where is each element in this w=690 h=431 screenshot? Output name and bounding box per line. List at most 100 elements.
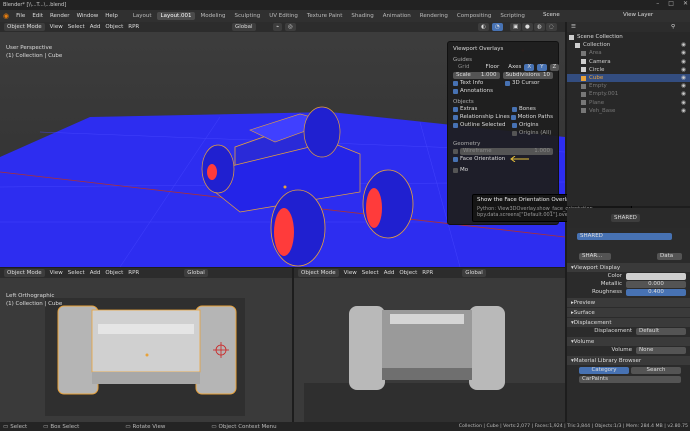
left-mode-selector[interactable]: Object Mode — [4, 269, 45, 277]
visibility-eye-icon[interactable]: ◉ — [681, 91, 686, 97]
material-shared-field[interactable]: SHAR... — [579, 252, 611, 260]
motion-paths-checkbox[interactable] — [510, 114, 516, 120]
wireframe-checkbox[interactable] — [453, 148, 458, 154]
view-layer-selector[interactable]: View Layer — [623, 12, 653, 18]
outliner-item[interactable]: Cube ◉ — [567, 73, 690, 83]
visibility-eye-icon[interactable]: ◉ — [681, 100, 686, 106]
menu-object[interactable]: Object — [105, 24, 123, 30]
scene-collection-row[interactable]: Scene Collection — [567, 33, 690, 41]
right-transform-orientation[interactable]: Global — [462, 269, 486, 277]
material-link-data[interactable]: Data — [657, 252, 682, 260]
menu-select[interactable]: Select — [68, 24, 85, 30]
tab-animation[interactable]: Animation — [379, 12, 415, 20]
snap-icon[interactable]: ⌁ — [273, 23, 283, 31]
annotations-checkbox[interactable] — [453, 88, 458, 94]
tab-uv-editing[interactable]: UV Editing — [265, 12, 302, 20]
axis-z-toggle[interactable]: Z — [549, 63, 560, 71]
menu-render[interactable]: Render — [50, 13, 70, 19]
left-transform-orientation[interactable]: Global — [184, 269, 208, 277]
minimize-icon[interactable]: – — [656, 0, 659, 7]
preview-panel[interactable]: ▸ Preview — [567, 298, 690, 307]
right-menu-object[interactable]: Object — [399, 270, 417, 276]
visibility-icon[interactable]: ◐ — [478, 23, 489, 31]
cursor-3d-checkbox[interactable] — [505, 80, 510, 86]
right-viewport[interactable]: Object Mode View Select Add Object RPR G… — [294, 268, 565, 422]
roughness-field[interactable]: 0.400 — [626, 288, 686, 296]
visibility-eye-icon[interactable]: ◉ — [681, 50, 686, 56]
scene-selector[interactable]: Scene — [543, 12, 560, 18]
subdivisions-field[interactable]: Subdivisions 10 — [502, 71, 553, 79]
maximize-icon[interactable]: □ — [668, 0, 674, 7]
displacement-select[interactable]: Default — [636, 327, 686, 335]
tab-texture-paint[interactable]: Texture Paint — [303, 12, 347, 20]
left-menu-select[interactable]: Select — [68, 270, 85, 276]
tab-modeling[interactable]: Modeling — [196, 12, 229, 20]
material-library-panel[interactable]: ▾ Material Library Browser — [567, 356, 690, 365]
right-mode-selector[interactable]: Object Mode — [298, 269, 339, 277]
left-menu-object[interactable]: Object — [105, 270, 123, 276]
outliner-item[interactable]: Circle ◉ — [567, 66, 690, 74]
left-menu-add[interactable]: Add — [90, 270, 101, 276]
visibility-eye-icon[interactable]: ◉ — [681, 59, 686, 65]
material-name[interactable]: SHARED — [611, 214, 640, 222]
outliner-item[interactable]: Empty.001 ◉ — [567, 90, 690, 98]
origins-all-checkbox[interactable] — [512, 130, 517, 136]
scale-field[interactable]: Scale 1.000 — [453, 71, 500, 79]
shading-rendered-icon[interactable]: ◌ — [546, 23, 557, 31]
origins-checkbox[interactable] — [512, 122, 517, 128]
tab-sculpting[interactable]: Sculpting — [231, 12, 265, 20]
menu-rpr[interactable]: RPR — [128, 24, 139, 30]
left-menu-view[interactable]: View — [50, 270, 63, 276]
volume-panel[interactable]: ▾ Volume — [567, 337, 690, 346]
material-slot[interactable]: SHARED — [577, 232, 672, 240]
tab-compositing[interactable]: Compositing — [453, 12, 495, 20]
text-info-checkbox[interactable] — [453, 80, 458, 86]
outliner-item[interactable]: Veh_Base ◉ — [567, 107, 690, 115]
visibility-eye-icon[interactable]: ◉ — [681, 67, 686, 73]
outline-selected-checkbox[interactable] — [453, 122, 458, 128]
search-tab[interactable]: Search — [631, 366, 681, 374]
right-menu-add[interactable]: Add — [384, 270, 395, 276]
relationship-lines-checkbox[interactable] — [453, 114, 458, 120]
overlays-icon[interactable]: ◔ — [492, 23, 503, 31]
visibility-eye-icon[interactable]: ◉ — [681, 42, 686, 48]
visibility-eye-icon[interactable]: ◉ — [681, 108, 686, 114]
main-viewport[interactable]: Object Mode View Select Add Object RPR G… — [0, 22, 565, 267]
tab-shading[interactable]: Shading — [347, 12, 377, 20]
tab-rendering[interactable]: Rendering — [416, 12, 452, 20]
mode-selector[interactable]: Object Mode — [4, 23, 45, 31]
outliner-item[interactable]: Collection ◉ — [567, 41, 690, 49]
axis-x-toggle[interactable]: X — [524, 63, 535, 71]
shading-material-icon[interactable]: ◍ — [534, 23, 545, 31]
more-checkbox[interactable] — [453, 167, 458, 173]
menu-file[interactable]: File — [16, 13, 25, 19]
tab-scripting[interactable]: Scripting — [496, 12, 528, 20]
outliner-display-icon[interactable]: ☰ — [571, 24, 576, 30]
viewport-display-panel[interactable]: ▾ Viewport Display — [567, 263, 690, 272]
visibility-eye-icon[interactable]: ◉ — [681, 83, 686, 89]
tab-layout[interactable]: Layout — [129, 12, 156, 20]
menu-view[interactable]: View — [50, 24, 63, 30]
transform-orientation[interactable]: Global — [232, 23, 256, 31]
displacement-panel[interactable]: ▾ Displacement — [567, 318, 690, 327]
carpaints-select[interactable]: CarPaints — [579, 375, 681, 383]
proportional-edit-icon[interactable]: ◎ — [285, 23, 296, 31]
filter-icon[interactable]: ⚲ — [671, 24, 675, 30]
menu-help[interactable]: Help — [105, 13, 118, 19]
tab-layout-001[interactable]: Layout.001 — [156, 12, 196, 20]
outliner-item[interactable]: Plane ◉ — [567, 99, 690, 107]
axis-y-toggle[interactable]: Y — [537, 63, 547, 71]
bones-checkbox[interactable] — [512, 106, 517, 112]
outliner-item[interactable]: Camera ◉ — [567, 58, 690, 66]
surface-panel[interactable]: ▸ Surface — [567, 308, 690, 317]
color-swatch[interactable] — [626, 272, 686, 280]
xray-icon[interactable]: ▣ — [510, 23, 522, 31]
metallic-field[interactable]: 0.000 — [626, 280, 686, 288]
extras-checkbox[interactable] — [453, 106, 458, 112]
left-viewport[interactable]: Object Mode View Select Add Object RPR G… — [0, 268, 292, 422]
close-icon[interactable]: ✕ — [683, 0, 688, 7]
left-menu-rpr[interactable]: RPR — [128, 270, 139, 276]
face-orientation-checkbox[interactable] — [453, 156, 458, 162]
menu-add[interactable]: Add — [90, 24, 101, 30]
volume-select[interactable]: None — [636, 346, 686, 354]
